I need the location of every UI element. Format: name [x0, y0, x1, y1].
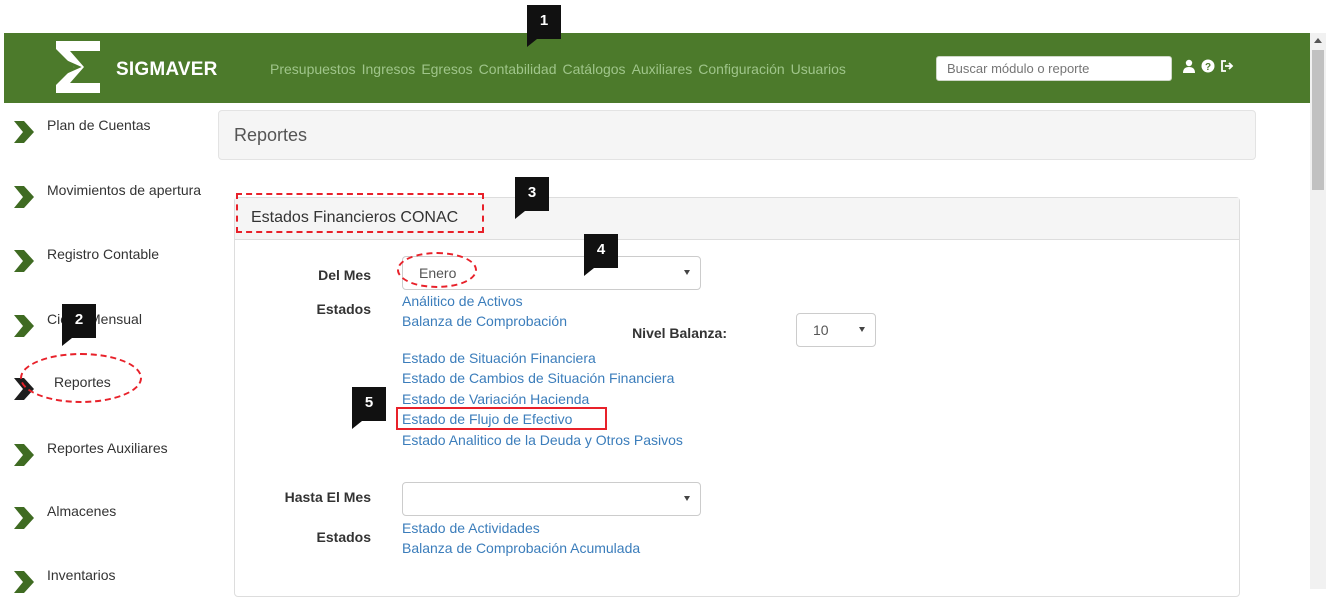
- sidebar-item-label: Movimientos de apertura: [47, 182, 202, 198]
- callout-1: 1: [527, 5, 561, 47]
- estados2-label: Estados: [316, 529, 371, 545]
- chevron-right-icon: [14, 186, 34, 213]
- scroll-thumb[interactable]: [1312, 50, 1324, 190]
- scroll-up-arrow-icon[interactable]: [1314, 38, 1322, 43]
- logout-icon[interactable]: [1220, 59, 1234, 73]
- chevron-right-icon: [14, 571, 34, 598]
- chevron-right-icon: [14, 507, 34, 534]
- link-situacion-financiera[interactable]: Estado de Situación Financiera: [402, 348, 683, 368]
- nivel-balanza-value: 10: [813, 322, 829, 338]
- nav-item-catalogos[interactable]: Catálogos: [563, 61, 626, 77]
- dropdown-caret-icon: [684, 270, 690, 275]
- search-input[interactable]: [936, 56, 1172, 81]
- link-balanza-acumulada[interactable]: Balanza de Comprobación Acumulada: [402, 538, 640, 558]
- callout-4: 4: [584, 234, 618, 276]
- highlight-flujo-efectivo: [396, 407, 607, 430]
- link-analitico-deuda[interactable]: Estado Analitico de la Deuda y Otros Pas…: [402, 430, 683, 450]
- nav-item-usuarios[interactable]: Usuarios: [791, 61, 846, 77]
- nav-item-auxiliares[interactable]: Auxiliares: [632, 61, 693, 77]
- sidebar-item-label: Registro Contable: [47, 246, 160, 262]
- sidebar-item-label: Plan de Cuentas: [47, 117, 151, 133]
- dropdown-caret-icon: [684, 496, 690, 501]
- nav-icons: ?: [1182, 59, 1234, 73]
- nav-item-configuracion[interactable]: Configuración: [698, 61, 784, 77]
- highlight-enero: [397, 252, 477, 288]
- link-analitico-activos[interactable]: Análitico de Activos: [402, 291, 567, 311]
- chevron-right-icon: [14, 250, 34, 277]
- main-menu: Presupuestos Ingresos Egresos Contabilid…: [270, 61, 846, 77]
- dropdown-caret-icon: [859, 327, 865, 332]
- link-balanza-comprobacion[interactable]: Balanza de Comprobación: [402, 311, 567, 331]
- hasta-mes-label: Hasta El Mes: [284, 489, 371, 505]
- sidebar-item-label: Reportes Auxiliares: [47, 440, 168, 456]
- top-navbar: SIGMAVER Presupuestos Ingresos Egresos C…: [4, 33, 1310, 103]
- nivel-balanza-select[interactable]: 10: [796, 313, 876, 347]
- hasta-mes-select[interactable]: [402, 482, 701, 516]
- estados2-links: Estado de Actividades Balanza de Comprob…: [402, 518, 640, 559]
- del-mes-label: Del Mes: [318, 267, 371, 283]
- highlight-panel-title: [236, 193, 484, 233]
- highlight-reportes: [20, 353, 142, 403]
- nav-item-ingresos[interactable]: Ingresos: [362, 61, 416, 77]
- estados-label: Estados: [316, 301, 371, 317]
- help-icon[interactable]: ?: [1201, 59, 1215, 73]
- sidebar-item-label: Almacenes: [47, 503, 117, 519]
- callout-5: 5: [352, 387, 386, 429]
- nivel-balanza-label: Nivel Balanza:: [632, 325, 727, 341]
- user-icon[interactable]: [1182, 59, 1196, 73]
- page-title: Reportes: [234, 125, 308, 145]
- estados-links-top: Análitico de Activos Balanza de Comproba…: [402, 291, 567, 332]
- callout-2: 2: [62, 304, 96, 346]
- sidebar-item-label: Inventarios: [47, 567, 116, 583]
- svg-text:?: ?: [1205, 62, 1211, 73]
- sigma-logo-icon[interactable]: [54, 39, 104, 102]
- page-header: Reportes: [218, 110, 1256, 160]
- estados-links-bottom: Estado de Situación Financiera Estado de…: [402, 348, 683, 450]
- callout-3: 3: [515, 177, 549, 219]
- chevron-right-icon: [14, 315, 34, 342]
- nav-item-presupuestos[interactable]: Presupuestos: [270, 61, 356, 77]
- nav-item-contabilidad[interactable]: Contabilidad: [479, 61, 557, 77]
- nav-item-egresos[interactable]: Egresos: [421, 61, 472, 77]
- brand-name[interactable]: SIGMAVER: [116, 59, 218, 81]
- chevron-right-icon: [14, 121, 34, 148]
- link-cambios-situacion-financiera[interactable]: Estado de Cambios de Situación Financier…: [402, 368, 683, 388]
- link-estado-actividades[interactable]: Estado de Actividades: [402, 518, 640, 538]
- page-scrollbar[interactable]: [1310, 33, 1326, 589]
- chevron-right-icon: [14, 444, 34, 471]
